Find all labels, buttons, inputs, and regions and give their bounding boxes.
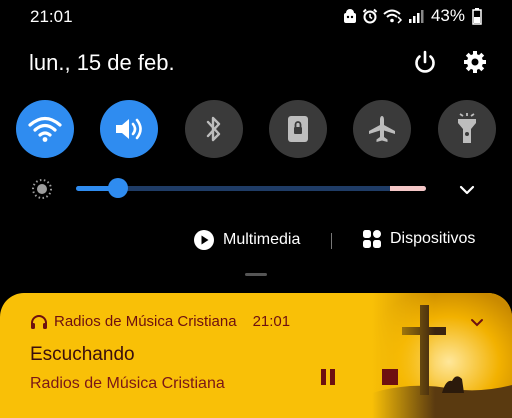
- status-bar: 21:01 43%: [0, 0, 512, 34]
- stop-icon: [382, 369, 398, 385]
- stop-button[interactable]: [377, 364, 403, 390]
- wifi-calling-icon: [383, 9, 403, 24]
- date-label: lun., 15 de feb.: [29, 50, 175, 75]
- pause-button[interactable]: [315, 364, 341, 390]
- headphones-icon: [31, 314, 47, 329]
- notification-app-name: Radios de Música Cristiana: [54, 313, 237, 330]
- chevron-down-icon: [459, 185, 475, 195]
- power-button[interactable]: [411, 48, 439, 76]
- bluetooth-toggle[interactable]: [185, 100, 243, 158]
- media-notification[interactable]: Radios de Música Cristiana 21:01 Escucha…: [0, 293, 512, 418]
- devices-button[interactable]: Dispositivos: [362, 229, 475, 249]
- alarm-icon: [362, 8, 378, 24]
- wifi-icon: [28, 116, 62, 142]
- flashlight-toggle[interactable]: [438, 100, 496, 158]
- android-notification-icon: [343, 9, 356, 23]
- power-icon: [415, 50, 435, 73]
- album-art: [372, 293, 512, 418]
- battery-icon: [472, 7, 482, 25]
- brightness-icon: [32, 179, 52, 199]
- speaker-icon: [116, 118, 142, 140]
- settings-button[interactable]: [461, 48, 489, 76]
- expand-panel-button[interactable]: [455, 178, 479, 202]
- bluetooth-icon: [206, 116, 221, 142]
- rotation-lock-toggle[interactable]: [269, 100, 327, 158]
- notification-expand-button[interactable]: [466, 311, 488, 333]
- battery-percent: 43%: [430, 6, 465, 25]
- brightness-slider[interactable]: [76, 178, 426, 198]
- status-time: 21:01: [30, 7, 73, 26]
- airplane-icon: [369, 116, 395, 142]
- brightness-thumb[interactable]: [108, 178, 128, 198]
- flashlight-icon: [458, 113, 476, 143]
- devices-grid-icon: [363, 230, 381, 248]
- media-button[interactable]: Multimedia: [193, 229, 300, 251]
- play-circle-icon: [194, 230, 214, 250]
- devices-label: Dispositivos: [390, 230, 476, 247]
- pause-icon: [321, 369, 335, 385]
- panel-handle[interactable]: [245, 273, 267, 276]
- notification-subtitle: Radios de Música Cristiana: [30, 375, 225, 392]
- signal-icon: [408, 10, 424, 23]
- sound-toggle[interactable]: [100, 100, 158, 158]
- gear-icon: [464, 51, 486, 73]
- notification-title: Escuchando: [30, 344, 135, 365]
- status-icons: 43%: [343, 6, 482, 26]
- rotation-lock-icon: [288, 116, 308, 142]
- shortcut-divider: [331, 233, 332, 249]
- wifi-toggle[interactable]: [16, 100, 74, 158]
- brightness-track-end: [390, 186, 426, 191]
- notification-header: Radios de Música Cristiana 21:01: [30, 313, 290, 330]
- chevron-down-icon: [471, 319, 483, 327]
- media-label: Multimedia: [223, 231, 301, 248]
- airplane-mode-toggle[interactable]: [353, 100, 411, 158]
- notification-time: 21:01: [252, 313, 291, 330]
